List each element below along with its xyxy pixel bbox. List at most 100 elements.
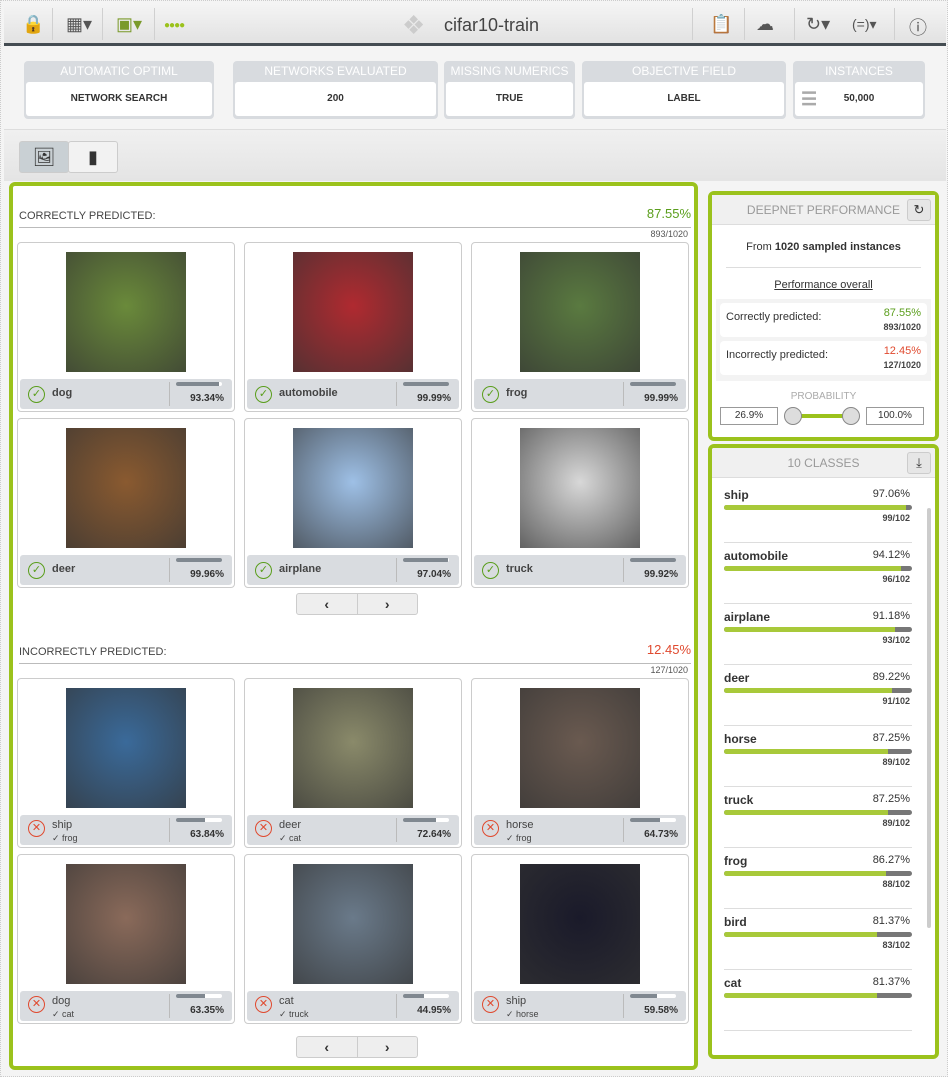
incorrect-stat: Incorrectly predicted: 12.45% 127/1020 xyxy=(720,341,927,375)
class-item[interactable]: horse 87.25% 89/102 xyxy=(724,726,912,787)
check-circle-icon: ✓ xyxy=(482,386,499,403)
class-item[interactable]: airplane 91.18% 93/102 xyxy=(724,604,912,665)
image-view-button[interactable]: 🖼 xyxy=(19,141,69,173)
predict-icon[interactable]: ↻▾ xyxy=(806,14,830,35)
probability-value: 99.99% xyxy=(644,393,678,404)
probability-bar xyxy=(403,382,449,386)
predicted-label: ship xyxy=(506,995,527,1007)
class-item[interactable]: bird 81.37% 83/102 xyxy=(724,909,912,970)
prediction-card[interactable]: ✕ deer ✓ cat 72.64% xyxy=(244,678,462,848)
instance-image xyxy=(66,428,186,548)
slider-handle-min[interactable] xyxy=(784,407,802,425)
probability-bar xyxy=(176,558,222,562)
predicted-label: deer xyxy=(279,819,302,831)
prediction-card[interactable]: ✕ dog ✓ cat 63.35% xyxy=(17,854,235,1024)
predicted-label: automobile xyxy=(279,387,338,399)
formula-icon[interactable]: (=)▾ xyxy=(852,16,877,33)
performance-overall-link[interactable]: Performance overall xyxy=(712,279,935,291)
probability-value: 72.64% xyxy=(417,829,451,840)
view-toolbar xyxy=(4,129,946,181)
status-dots-icon: ●●●● xyxy=(164,20,185,31)
probability-value: 97.04% xyxy=(417,569,451,580)
check-circle-icon: ✓ xyxy=(28,386,45,403)
correct-percent: 87.55% xyxy=(646,206,691,221)
probability-bar xyxy=(630,558,676,562)
prediction-card[interactable]: ✓ frog 99.99% xyxy=(471,242,689,412)
download-button[interactable]: ⤓ xyxy=(907,452,931,474)
instance-image xyxy=(66,688,186,808)
info-card: INSTANCES ☰ 50,000 xyxy=(793,61,925,119)
slider-handle-max[interactable] xyxy=(842,407,860,425)
actual-label: ✓ horse xyxy=(506,1009,539,1019)
class-item[interactable]: cat 81.37% xyxy=(724,970,912,1031)
check-circle-icon: ✓ xyxy=(28,562,45,579)
prev-button[interactable]: ‹ xyxy=(297,594,358,614)
predicted-label: airplane xyxy=(279,563,322,575)
prev-button[interactable]: ‹ xyxy=(297,1037,358,1057)
check-circle-icon: ✓ xyxy=(482,562,499,579)
next-button[interactable]: › xyxy=(358,1037,418,1057)
probability-value: 64.73% xyxy=(644,829,678,840)
class-accuracy-bar xyxy=(724,871,912,876)
prediction-card[interactable]: ✕ ship ✓ horse 59.58% xyxy=(471,854,689,1024)
instance-image xyxy=(66,252,186,372)
incorrect-pager: ‹ › xyxy=(296,1036,418,1058)
probability-bar xyxy=(403,994,449,998)
scrollbar[interactable] xyxy=(927,508,931,928)
deepnet-icon: ❖ xyxy=(402,10,426,40)
clipboard-download-icon[interactable]: 📋 xyxy=(710,14,732,35)
probability-value: 99.92% xyxy=(644,569,678,580)
actual-label: ✓ frog xyxy=(52,833,78,843)
cross-circle-icon: ✕ xyxy=(255,996,272,1013)
class-item[interactable]: truck 87.25% 89/102 xyxy=(724,787,912,848)
sample-info: From 1020 sampled instances xyxy=(746,241,901,253)
correct-section-header: CORRECTLY PREDICTED: 87.55% xyxy=(19,206,691,228)
prob-min-input[interactable]: 26.9% xyxy=(720,407,778,425)
instance-image xyxy=(520,252,640,372)
predicted-label: cat xyxy=(279,995,294,1007)
cloud-download-icon[interactable]: ☁ xyxy=(756,14,774,35)
probability-bar xyxy=(403,818,449,822)
refresh-button[interactable]: ↻ xyxy=(907,199,931,221)
predicted-label: ship xyxy=(52,819,73,831)
predictions-panel: CORRECTLY PREDICTED: 87.55% 893/1020 ✓ dog… xyxy=(9,182,698,1070)
info-card: NETWORKS EVALUATED 200 xyxy=(233,61,438,119)
class-item[interactable]: automobile 94.12% 96/102 xyxy=(724,543,912,604)
instance-image xyxy=(520,688,640,808)
lock-icon[interactable]: 🔒 xyxy=(22,14,44,35)
class-item[interactable]: frog 86.27% 88/102 xyxy=(724,848,912,909)
class-item[interactable]: deer 89.22% 91/102 xyxy=(724,665,912,726)
class-item[interactable]: ship 97.06% 99/102 xyxy=(724,482,912,543)
performance-panel: DEEPNET PERFORMANCE ↻ From 1020 sampled … xyxy=(708,191,939,441)
cross-circle-icon: ✕ xyxy=(482,996,499,1013)
prob-max-input[interactable]: 100.0% xyxy=(866,407,924,425)
prediction-card[interactable]: ✕ ship ✓ frog 63.84% xyxy=(17,678,235,848)
prediction-card[interactable]: ✓ airplane 97.04% xyxy=(244,418,462,588)
prediction-card[interactable]: ✓ automobile 99.99% xyxy=(244,242,462,412)
instance-image xyxy=(66,864,186,984)
incorrect-percent: 12.45% xyxy=(646,642,691,657)
class-accuracy-bar xyxy=(724,566,912,571)
info-icon[interactable]: ⓘ xyxy=(909,14,927,40)
prediction-card[interactable]: ✕ cat ✓ truck 44.95% xyxy=(244,854,462,1024)
prediction-card[interactable]: ✕ horse ✓ frog 64.73% xyxy=(471,678,689,848)
probability-bar xyxy=(176,818,222,822)
probability-value: 44.95% xyxy=(417,1005,451,1016)
probability-bar xyxy=(403,558,449,562)
predicted-label: dog xyxy=(52,995,71,1007)
probability-value: 63.35% xyxy=(190,1005,224,1016)
probability-bar xyxy=(630,818,676,822)
tree-icon[interactable]: ▦▾ xyxy=(66,14,92,35)
predicted-label: dog xyxy=(52,387,73,399)
chart-view-button[interactable]: ▮ xyxy=(68,141,118,173)
model-type-icon[interactable]: ▣▾ xyxy=(116,14,142,35)
probability-bar xyxy=(630,382,676,386)
class-accuracy-bar xyxy=(724,627,912,632)
prediction-card[interactable]: ✓ deer 99.96% xyxy=(17,418,235,588)
download-icon: ⤓ xyxy=(916,455,922,470)
prediction-card[interactable]: ✓ truck 99.92% xyxy=(471,418,689,588)
page-title: cifar10-train xyxy=(444,15,540,35)
actual-label: ✓ truck xyxy=(279,1009,309,1019)
next-button[interactable]: › xyxy=(358,594,418,614)
prediction-card[interactable]: ✓ dog 93.34% xyxy=(17,242,235,412)
